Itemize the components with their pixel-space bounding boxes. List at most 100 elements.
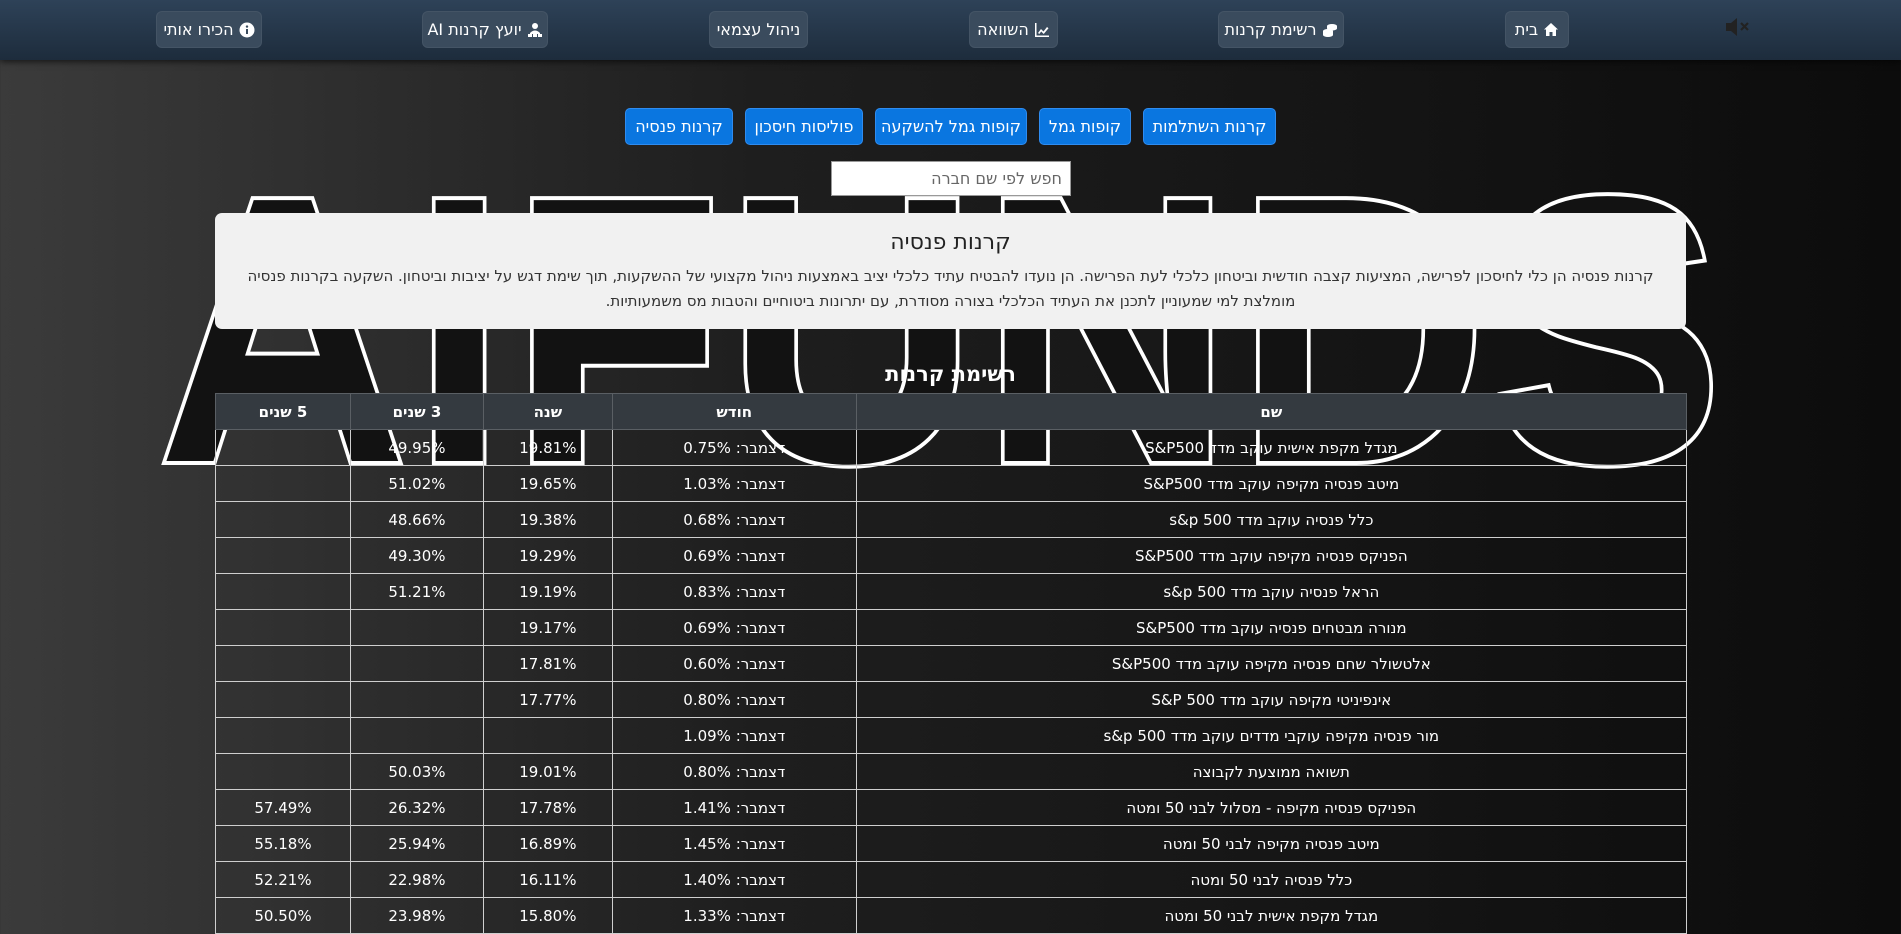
volume-mute-icon xyxy=(1726,18,1749,36)
category-hishtalmut-button[interactable]: קרנות השתלמות xyxy=(1143,108,1276,145)
table-row[interactable]: מגדל מקפת אישית לבני 50 ומטה דצמבר: 1.33%… xyxy=(215,897,1688,934)
nav-ai-advisor-label: יועץ קרנות AI xyxy=(427,20,522,39)
table-row[interactable]: מור פנסיה מקיפה עוקבי מדדים עוקב מדד s&p… xyxy=(215,717,1688,754)
cell-year: 19.19% xyxy=(482,573,613,610)
cell-three-years: 49.30% xyxy=(349,537,484,574)
nav-compare-button[interactable]: השוואה xyxy=(969,11,1058,48)
cell-five-years xyxy=(215,717,351,754)
cell-name: הפניקס פנסיה מקיפה עוקב מדד S&P500 xyxy=(855,537,1688,574)
cell-month: דצמבר: 0.80% xyxy=(611,681,857,718)
table-row[interactable]: הפניקס פנסיה מקיפה עוקב מדד S&P500 דצמבר:… xyxy=(215,537,1688,574)
cell-month: דצמבר: 0.75% xyxy=(611,429,857,466)
header-three-years[interactable]: 3 שנים xyxy=(349,393,484,430)
cell-five-years: 57.49% xyxy=(215,789,351,826)
cell-five-years: 52.21% xyxy=(215,861,351,898)
table-header-row: שם חודש שנה 3 שנים 5 שנים xyxy=(215,393,1688,430)
top-navbar: בית רשימת קרנות השוואה ניהול עצמאי יועץ … xyxy=(0,0,1901,60)
cell-three-years: 22.98% xyxy=(349,861,484,898)
table-row[interactable]: מיטב פנסיה מקיפה עוקב מדד S&P500 דצמבר: 1… xyxy=(215,465,1688,502)
cell-year xyxy=(482,717,613,754)
cell-name: מגדל מקפת אישית עוקב מדד S&P500 xyxy=(855,429,1688,466)
category-gemel-button[interactable]: קופות גמל xyxy=(1039,108,1131,145)
cell-five-years xyxy=(215,753,351,790)
category-gemel-invest-button[interactable]: קופות גמל להשקעה xyxy=(875,108,1027,145)
company-search-input[interactable] xyxy=(831,161,1071,196)
cell-name: כלל פנסיה עוקב מדד s&p 500 xyxy=(855,501,1688,538)
nav-self-manage-button[interactable]: ניהול עצמאי xyxy=(709,11,808,48)
cell-name: מור פנסיה מקיפה עוקבי מדדים עוקב מדד s&p… xyxy=(855,717,1688,754)
table-row[interactable]: תשואה ממוצעת לקבוצה דצמבר: 0.80% 19.01% 50.… xyxy=(215,753,1688,790)
nav-ai-advisor-button[interactable]: יועץ קרנות AI xyxy=(422,11,548,48)
cell-month: דצמבר: 0.69% xyxy=(611,609,857,646)
header-year[interactable]: שנה xyxy=(482,393,613,430)
cell-five-years xyxy=(215,645,351,682)
nav-about-button[interactable]: הכירו אותי xyxy=(156,11,262,48)
header-name[interactable]: שם xyxy=(855,393,1688,430)
cell-month: דצמבר: 1.33% xyxy=(611,897,857,934)
cell-year: 19.65% xyxy=(482,465,613,502)
cell-three-years: 25.94% xyxy=(349,825,484,862)
category-savings-policies-button[interactable]: פוליסות חיסכון xyxy=(745,108,863,145)
cell-name: מיטב פנסיה מקיפה עוקב מדד S&P500 xyxy=(855,465,1688,502)
nav-funds-list-button[interactable]: רשימת קרנות xyxy=(1218,11,1344,48)
cell-name: אינפיניטי מקיפה עוקב מדד S&P 500 xyxy=(855,681,1688,718)
cell-five-years xyxy=(215,573,351,610)
nav-about-label: הכירו אותי xyxy=(163,20,234,39)
table-row[interactable]: אלטשולר שחם פנסיה מקיפה עוקב מדד S&P500 ד… xyxy=(215,645,1688,682)
category-pension-button[interactable]: קרנות פנסיה xyxy=(625,108,733,145)
cell-name: מיטב פנסיה מקיפה לבני 50 ומטה xyxy=(855,825,1688,862)
cell-three-years: 48.66% xyxy=(349,501,484,538)
nav-home-button[interactable]: בית xyxy=(1505,11,1569,48)
cell-month: דצמבר: 0.60% xyxy=(611,645,857,682)
table-row[interactable]: הראל פנסיה עוקב מדד s&p 500 דצמבר: 0.83% 1… xyxy=(215,573,1688,610)
table-row[interactable]: מגדל מקפת אישית עוקב מדד S&P500 דצמבר: 0.… xyxy=(215,429,1688,466)
cell-five-years xyxy=(215,501,351,538)
cell-three-years: 50.03% xyxy=(349,753,484,790)
nav-home-label: בית xyxy=(1514,20,1539,39)
category-description-card: קרנות פנסיה קרנות פנסיה הן כלי לחיסכון ל… xyxy=(215,213,1686,329)
table-row[interactable]: כלל פנסיה עוקב מדד s&p 500 דצמבר: 0.68% 19… xyxy=(215,501,1688,538)
cell-month: דצמבר: 0.83% xyxy=(611,573,857,610)
cell-name: מגדל מקפת אישית לבני 50 ומטה xyxy=(855,897,1688,934)
table-row[interactable]: הפניקס פנסיה מקיפה - מסלול לבני 50 ומטה ד… xyxy=(215,789,1688,826)
cell-name: הפניקס פנסיה מקיפה - מסלול לבני 50 ומטה xyxy=(855,789,1688,826)
cell-name: מנורה מבטחים פנסיה עוקב מדד S&P500 xyxy=(855,609,1688,646)
cell-name: אלטשולר שחם פנסיה מקיפה עוקב מדד S&P500 xyxy=(855,645,1688,682)
table-row[interactable]: אינפיניטי מקיפה עוקב מדד S&P 500 דצמבר: 0… xyxy=(215,681,1688,718)
card-description-line-2: מומלצת למי שמעוניין לתכנן את העתיד הכלכל… xyxy=(605,292,1296,310)
table-row[interactable]: כלל פנסיה לבני 50 ומטה דצמבר: 1.40% 16.11%… xyxy=(215,861,1688,898)
cell-year: 16.89% xyxy=(482,825,613,862)
cell-three-years: 26.32% xyxy=(349,789,484,826)
cell-year: 19.29% xyxy=(482,537,613,574)
header-month[interactable]: חודש xyxy=(611,393,857,430)
nav-compare-label: השוואה xyxy=(977,20,1029,39)
cell-year: 16.11% xyxy=(482,861,613,898)
cell-five-years xyxy=(215,609,351,646)
header-five-years[interactable]: 5 שנים xyxy=(215,393,351,430)
cell-three-years: 51.02% xyxy=(349,465,484,502)
mute-toggle[interactable] xyxy=(1724,15,1752,39)
cell-three-years xyxy=(349,717,484,754)
cell-five-years xyxy=(215,465,351,502)
cell-month: דצמבר: 1.41% xyxy=(611,789,857,826)
funds-table-body: מגדל מקפת אישית עוקב מדד S&P500 דצמבר: 0.… xyxy=(215,429,1688,934)
cell-month: דצמבר: 1.09% xyxy=(611,717,857,754)
cell-name: כלל פנסיה לבני 50 ומטה xyxy=(855,861,1688,898)
cell-three-years xyxy=(349,645,484,682)
cell-year: 17.78% xyxy=(482,789,613,826)
cell-month: דצמבר: 1.03% xyxy=(611,465,857,502)
nav-self-manage-label: ניהול עצמאי xyxy=(716,20,801,39)
cell-name: תשואה ממוצעת לקבוצה xyxy=(855,753,1688,790)
cell-year: 17.77% xyxy=(482,681,613,718)
table-row[interactable]: מנורה מבטחים פנסיה עוקב מדד S&P500 דצמבר:… xyxy=(215,609,1688,646)
cell-month: דצמבר: 0.80% xyxy=(611,753,857,790)
funds-table: שם חודש שנה 3 שנים 5 שנים מגדל מקפת אישי… xyxy=(215,393,1688,934)
cell-month: דצמבר: 0.68% xyxy=(611,501,857,538)
cell-year: 19.38% xyxy=(482,501,613,538)
cell-three-years xyxy=(349,681,484,718)
cell-five-years xyxy=(215,681,351,718)
table-row[interactable]: מיטב פנסיה מקיפה לבני 50 ומטה דצמבר: 1.45… xyxy=(215,825,1688,862)
cell-year: 17.81% xyxy=(482,645,613,682)
funds-list-title: רשימת קרנות xyxy=(885,362,1016,386)
cell-year: 19.17% xyxy=(482,609,613,646)
